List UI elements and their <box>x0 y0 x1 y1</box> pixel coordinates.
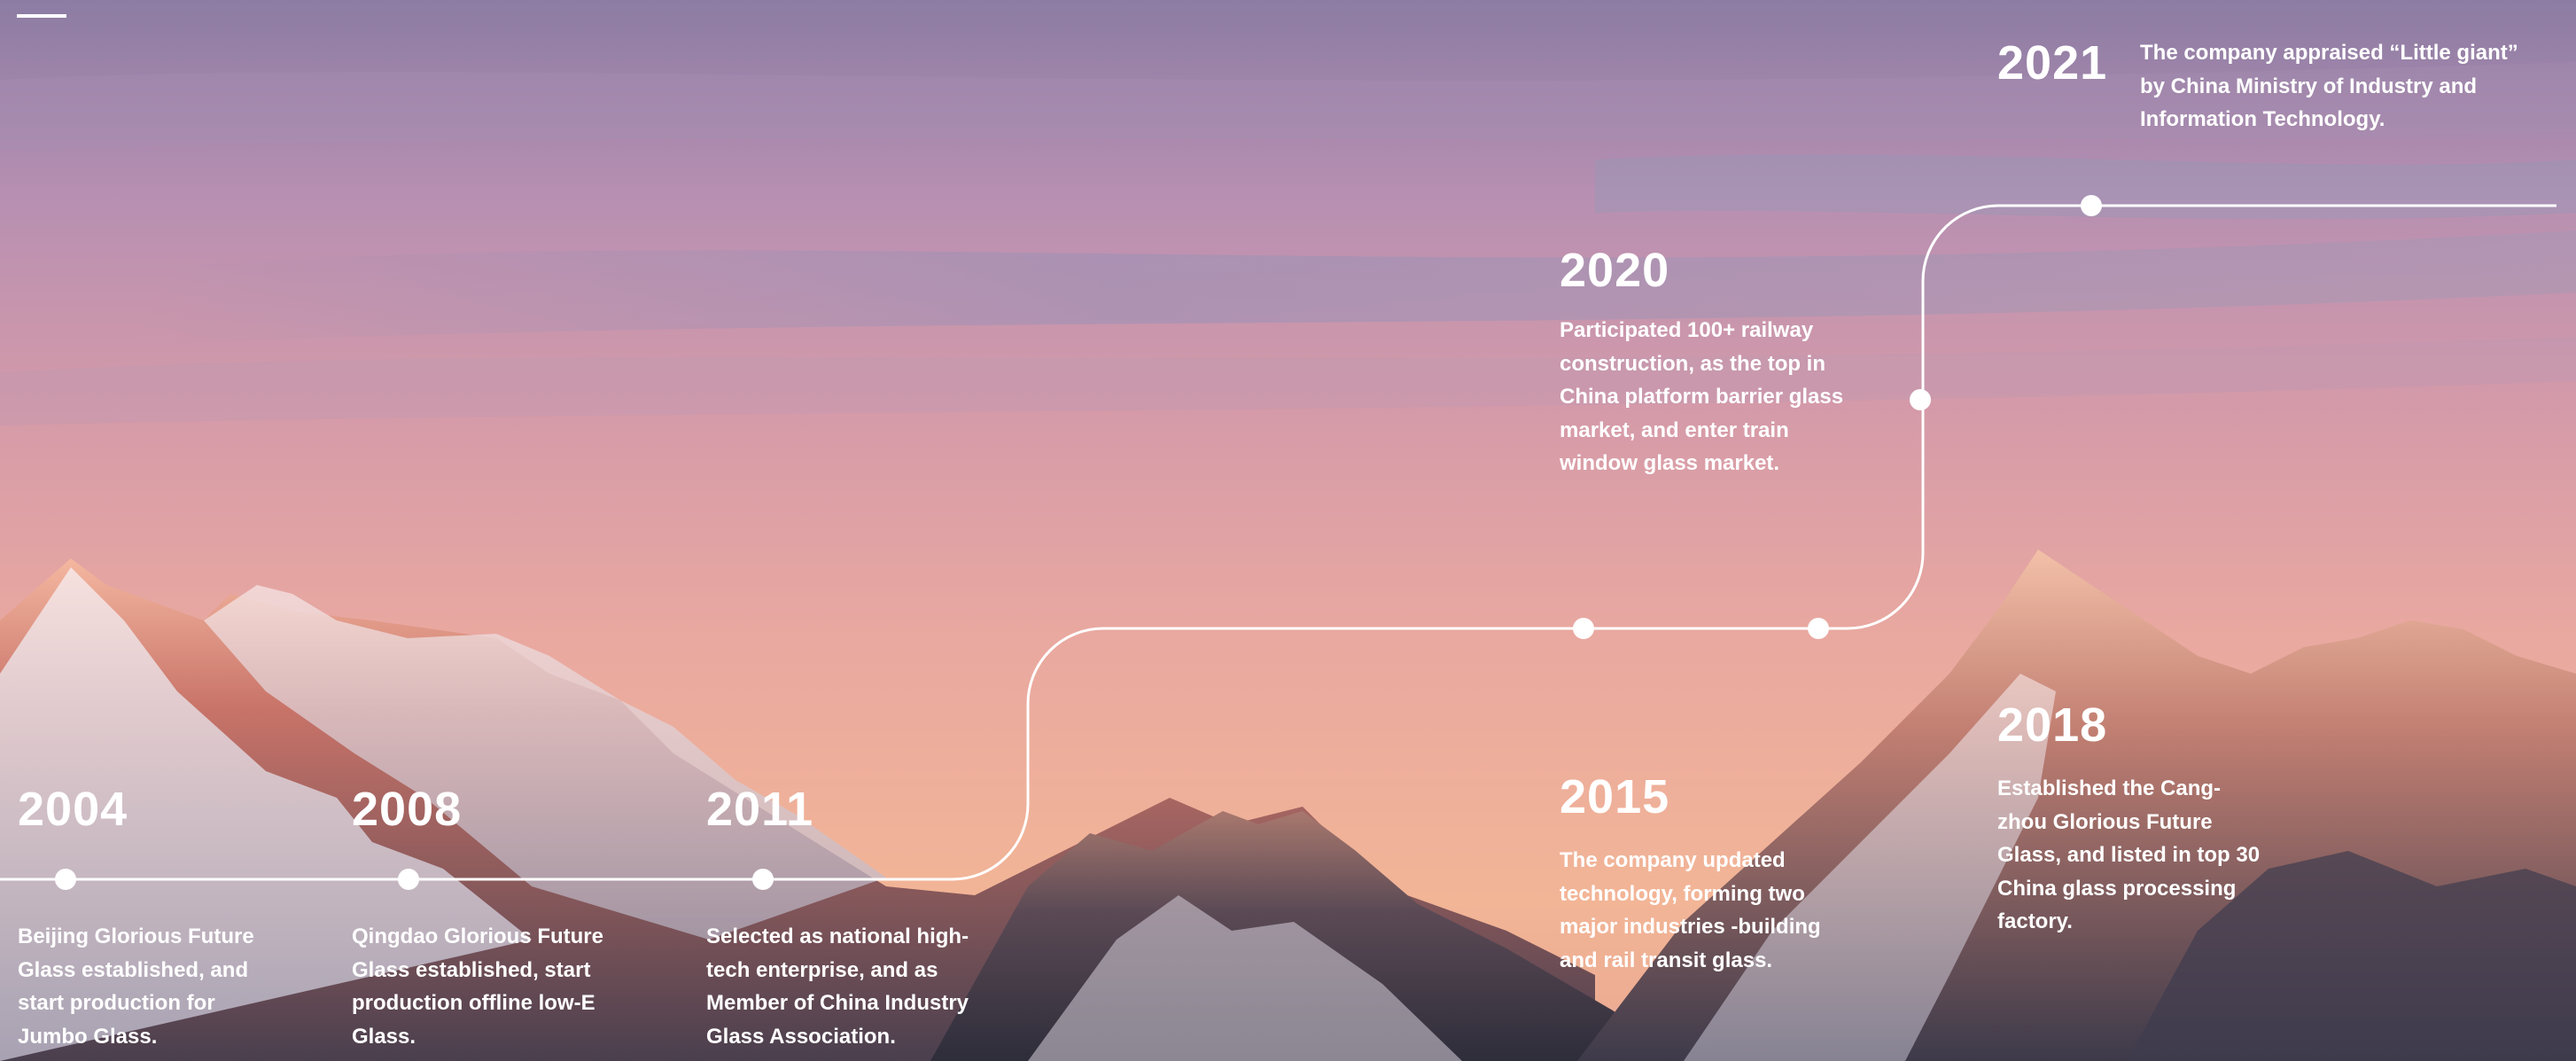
milestone-year: 2011 <box>706 783 814 836</box>
milestone-year: 2018 <box>1997 698 2108 752</box>
timeline-dot-2021[interactable] <box>2081 195 2102 216</box>
milestone-2021: 2021 The company appraised “Little giant… <box>1997 36 2547 131</box>
timeline-dot-2020[interactable] <box>1910 389 1931 410</box>
milestone-year: 2020 <box>1560 244 1670 297</box>
milestone-description: Established the Cang-zhou Glorious Futur… <box>1997 776 2261 933</box>
milestone-2020: 2020 Participated 100+ railway construct… <box>1560 246 1861 480</box>
milestone-2004: 2004 Beijing Glorious Future Glass estab… <box>18 785 284 1053</box>
milestone-description: Beijing Glorious Future Glass establishe… <box>18 924 254 1049</box>
milestone-description: Selected as national high-tech enterpris… <box>706 924 969 1049</box>
milestone-year: 2015 <box>1560 770 1670 823</box>
milestone-year: 2004 <box>18 783 128 836</box>
timeline-dot-2015[interactable] <box>1573 618 1594 639</box>
milestone-2015: 2015 The company updated technology, for… <box>1560 773 1852 977</box>
top-accent-bar <box>17 14 66 18</box>
milestone-year: 2021 <box>1997 36 2108 90</box>
milestone-year: 2008 <box>352 783 463 836</box>
milestone-2011: 2011 Selected as national high-tech ente… <box>706 785 1016 1053</box>
timeline-dot-2018[interactable] <box>1808 618 1829 639</box>
milestone-2018: 2018 Established the Cang-zhou Glorious … <box>1997 701 2272 939</box>
milestone-description: The company updated technology, forming … <box>1560 848 1821 972</box>
milestone-2008: 2008 Qingdao Glorious Future Glass estab… <box>352 785 626 1053</box>
milestone-description: Qingdao Glorious Future Glass establishe… <box>352 924 603 1049</box>
milestone-description: Participated 100+ railway construction, … <box>1560 318 1844 475</box>
milestone-description: The company appraised “Little giant” by … <box>2140 41 2518 131</box>
